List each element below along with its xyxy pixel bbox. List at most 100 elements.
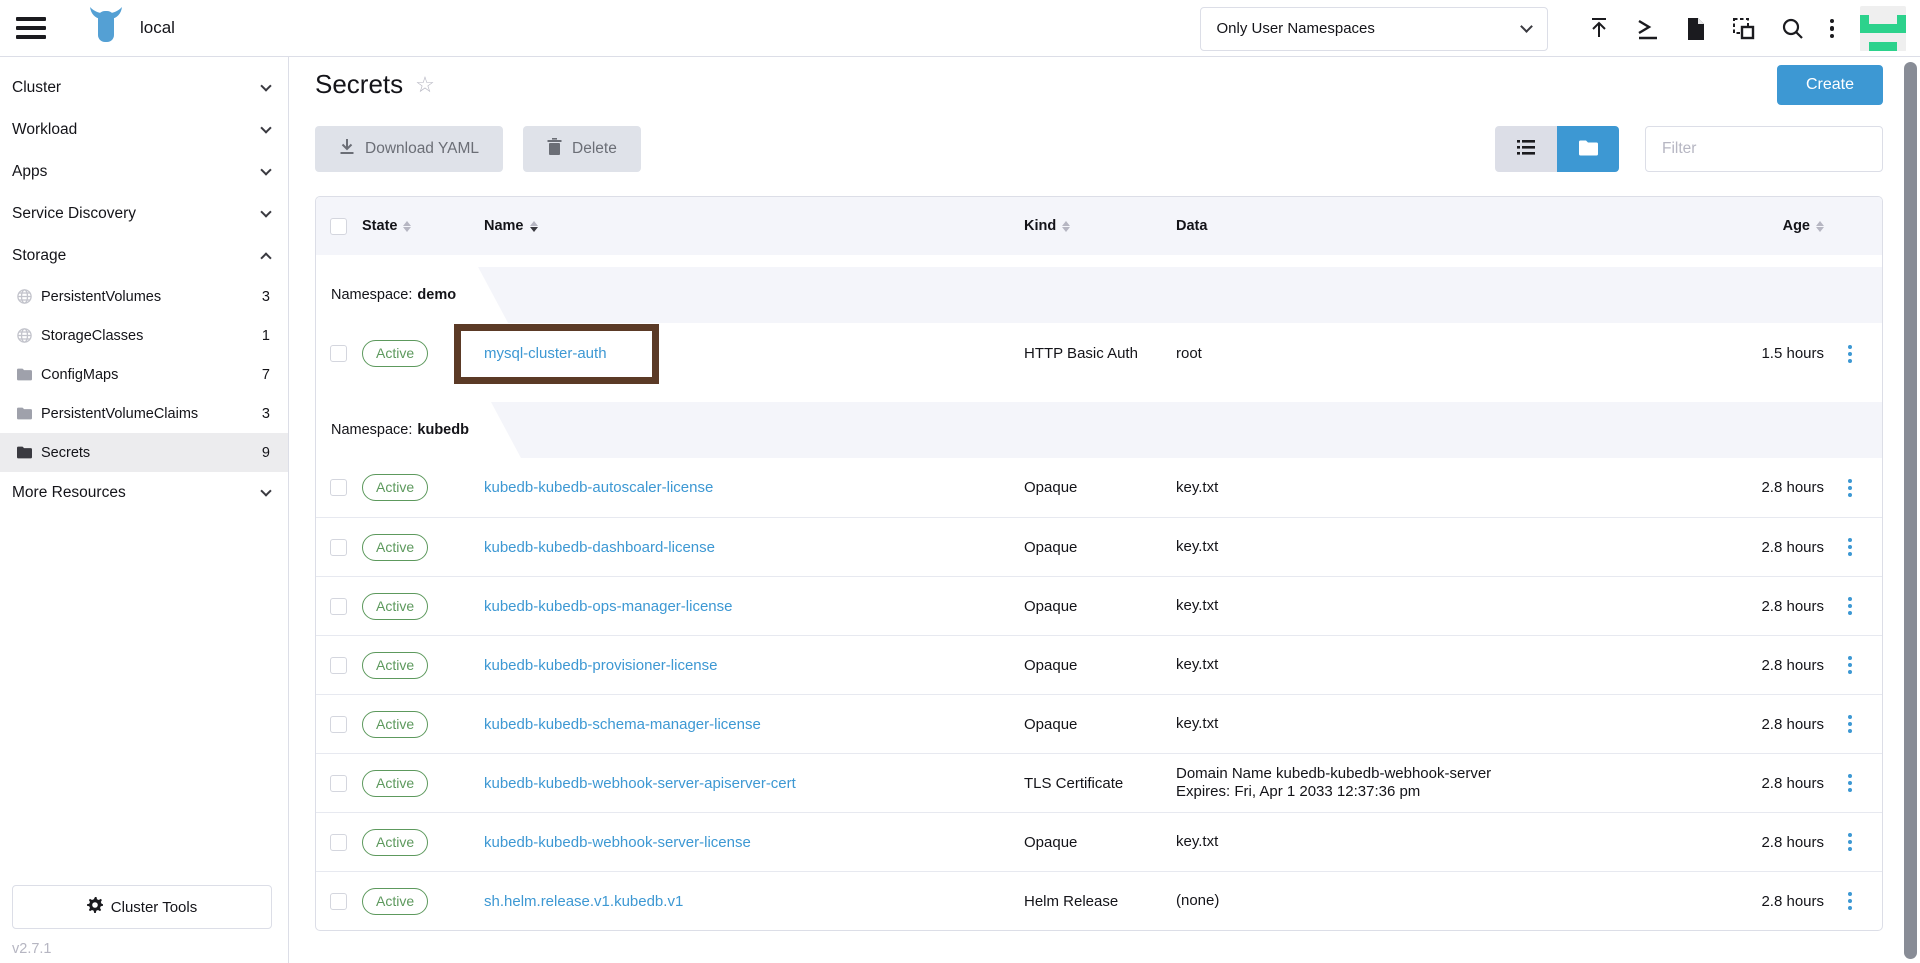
vertical-scrollbar[interactable]: [1904, 62, 1917, 959]
secret-name-link[interactable]: mysql-cluster-auth: [484, 345, 607, 362]
sidebar-item-persistentvolumes[interactable]: PersistentVolumes3: [0, 277, 288, 316]
hamburger-menu-icon[interactable]: [16, 17, 46, 39]
row-kebab-menu-icon[interactable]: [1848, 715, 1852, 733]
create-button[interactable]: Create: [1777, 65, 1883, 105]
sidebar-item-persistentvolumeclaims[interactable]: PersistentVolumeClaims3: [0, 394, 288, 433]
row-select-cell: [316, 598, 362, 615]
avatar[interactable]: [1860, 6, 1906, 52]
row-checkbox[interactable]: [330, 775, 347, 792]
secret-name-link[interactable]: kubedb-kubedb-ops-manager-license: [484, 598, 732, 615]
row-kebab-menu-icon[interactable]: [1848, 833, 1852, 851]
sidebar-item-more-resources[interactable]: More Resources: [0, 472, 288, 514]
resource-count-badge: 9: [262, 445, 270, 461]
state-cell: Active: [362, 652, 484, 679]
row-actions-cell: [1826, 774, 1882, 792]
sidebar-item-secrets[interactable]: Secrets9: [0, 433, 288, 472]
kubectl-shell-icon[interactable]: [1636, 18, 1660, 40]
row-actions-cell: [1826, 656, 1882, 674]
chevron-down-icon: [260, 122, 271, 133]
select-all-checkbox[interactable]: [330, 218, 347, 235]
secret-name-link[interactable]: kubedb-kubedb-webhook-server-license: [484, 834, 751, 851]
secret-name-link[interactable]: kubedb-kubedb-autoscaler-license: [484, 479, 713, 496]
sidebar-group-label: Storage: [12, 247, 66, 265]
list-view-button[interactable]: [1495, 126, 1557, 172]
secret-name-link[interactable]: kubedb-kubedb-provisioner-license: [484, 657, 717, 674]
row-checkbox[interactable]: [330, 893, 347, 910]
sidebar-item-workload[interactable]: Workload: [0, 109, 288, 151]
row-kebab-menu-icon[interactable]: [1848, 774, 1852, 792]
name-cell: kubedb-kubedb-schema-manager-license: [484, 716, 1024, 733]
secret-name-link[interactable]: sh.helm.release.v1.kubedb.v1: [484, 893, 683, 910]
sort-arrows-icon[interactable]: [1062, 221, 1070, 232]
search-icon[interactable]: [1781, 17, 1804, 40]
row-checkbox[interactable]: [330, 539, 347, 556]
row-checkbox[interactable]: [330, 657, 347, 674]
data-line: Domain Name kubedb-kubedb-webhook-server: [1176, 765, 1676, 783]
row-kebab-menu-icon[interactable]: [1848, 656, 1852, 674]
sidebar-item-cluster[interactable]: Cluster: [0, 67, 288, 109]
data-line: key.txt: [1176, 656, 1676, 674]
status-badge: Active: [362, 829, 428, 856]
sidebar-item-service-discovery[interactable]: Service Discovery: [0, 193, 288, 235]
resource-count-badge: 7: [262, 367, 270, 383]
column-header-data: Data: [1176, 218, 1676, 234]
column-label: Data: [1176, 218, 1207, 234]
name-cell: kubedb-kubedb-dashboard-license: [484, 539, 1024, 556]
grouped-view-button[interactable]: [1557, 126, 1619, 172]
secret-name-link[interactable]: kubedb-kubedb-dashboard-license: [484, 539, 715, 556]
row-kebab-menu-icon[interactable]: [1848, 597, 1852, 615]
sidebar-item-apps[interactable]: Apps: [0, 151, 288, 193]
sidebar-group-more-resources: More Resources: [0, 472, 288, 514]
row-checkbox[interactable]: [330, 479, 347, 496]
name-cell: kubedb-kubedb-provisioner-license: [484, 657, 1024, 674]
version-label: v2.7.1: [12, 941, 272, 957]
sidebar-group-label: More Resources: [12, 484, 126, 502]
sidebar-group-label: Service Discovery: [12, 205, 136, 223]
row-checkbox[interactable]: [330, 598, 347, 615]
avatar-cell: [1888, 15, 1897, 24]
table-row: Activekubedb-kubedb-autoscaler-licenseOp…: [316, 458, 1882, 517]
data-line: key.txt: [1176, 538, 1676, 556]
download-yaml-button[interactable]: Download YAML: [315, 126, 503, 172]
column-header-age[interactable]: Age: [1676, 218, 1826, 234]
filter-input[interactable]: [1645, 126, 1883, 172]
cluster-tools-button[interactable]: Cluster Tools: [12, 885, 272, 929]
import-yaml-icon[interactable]: [1588, 17, 1610, 40]
sidebar-item-configmaps[interactable]: ConfigMaps7: [0, 355, 288, 394]
folder-icon: [17, 368, 34, 381]
namespace-group-tab: Namespace:demo: [316, 267, 508, 323]
age-cell: 2.8 hours: [1676, 479, 1826, 496]
favorite-star-icon[interactable]: ☆: [415, 72, 435, 98]
kebab-menu-icon[interactable]: [1830, 19, 1835, 39]
row-checkbox[interactable]: [330, 716, 347, 733]
sidebar-group-label: Cluster: [12, 79, 61, 97]
secret-name-link[interactable]: kubedb-kubedb-schema-manager-license: [484, 716, 761, 733]
data-line: Expires: Fri, Apr 1 2033 12:37:36 pm: [1176, 783, 1676, 801]
row-checkbox[interactable]: [330, 834, 347, 851]
sort-arrows-icon[interactable]: [1816, 221, 1824, 232]
state-cell: Active: [362, 593, 484, 620]
delete-button[interactable]: Delete: [523, 126, 641, 172]
column-header-name[interactable]: Name: [484, 218, 1024, 234]
row-checkbox[interactable]: [330, 345, 347, 362]
secret-name-link[interactable]: kubedb-kubedb-webhook-server-apiserver-c…: [484, 775, 796, 792]
file-icon[interactable]: [1686, 17, 1706, 41]
sort-arrows-icon[interactable]: [403, 221, 411, 232]
snapshot-icon[interactable]: [1732, 17, 1755, 40]
sidebar-item-storageclasses[interactable]: StorageClasses1: [0, 316, 288, 355]
row-kebab-menu-icon[interactable]: [1848, 345, 1852, 363]
avatar-cell: [1878, 24, 1887, 33]
state-cell: Active: [362, 829, 484, 856]
column-header-state[interactable]: State: [362, 218, 484, 234]
namespace-filter-dropdown[interactable]: Only User Namespaces: [1200, 7, 1548, 51]
sort-arrows-icon[interactable]: [530, 221, 538, 232]
table-row: Activekubedb-kubedb-schema-manager-licen…: [316, 694, 1882, 753]
row-kebab-menu-icon[interactable]: [1848, 892, 1852, 910]
sidebar-item-storage[interactable]: Storage: [0, 235, 288, 277]
age-cell: 2.8 hours: [1676, 598, 1826, 615]
column-header-kind[interactable]: Kind: [1024, 218, 1176, 234]
row-kebab-menu-icon[interactable]: [1848, 538, 1852, 556]
row-kebab-menu-icon[interactable]: [1848, 479, 1852, 497]
folder-icon: [17, 407, 34, 420]
avatar-cell: [1869, 15, 1878, 24]
